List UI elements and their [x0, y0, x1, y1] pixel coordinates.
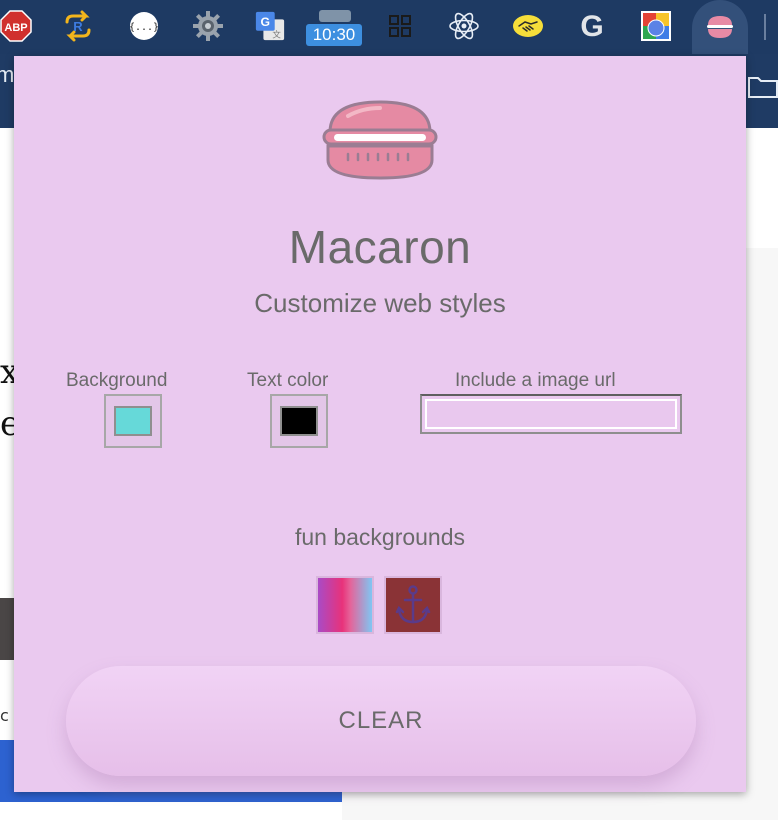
- page-header-text: m: [0, 62, 15, 87]
- svg-text:R: R: [73, 19, 83, 34]
- fun-backgrounds-label: fun backgrounds: [294, 524, 466, 550]
- clear-button[interactable]: CLEAR: [66, 666, 696, 776]
- gear-icon[interactable]: [192, 6, 224, 46]
- background-color-picker[interactable]: [104, 394, 162, 448]
- anchor-icon: [395, 585, 431, 624]
- clock-badge: 10:30: [306, 24, 362, 46]
- toolbar-divider: [764, 14, 766, 40]
- page-small-text: c: [0, 706, 9, 725]
- image-url-label: Include a image url: [455, 370, 616, 391]
- clock-top-icon: [319, 10, 351, 22]
- fun-background-gradient[interactable]: [316, 576, 374, 634]
- svg-text:ABP: ABP: [4, 22, 27, 34]
- color-picker-icon[interactable]: [640, 6, 672, 46]
- text-color-swatch: [280, 406, 318, 436]
- background-color-label: Background: [66, 370, 168, 391]
- browser-toolbar: ABP R {...} G 文 10:30 G: [0, 0, 778, 54]
- fun-background-anchor[interactable]: [384, 576, 442, 634]
- folder-icon: [748, 74, 778, 102]
- json-viewer-icon[interactable]: {...}: [128, 6, 160, 46]
- svg-text:G: G: [261, 15, 271, 29]
- handshake-icon[interactable]: [512, 6, 544, 46]
- grid-icon[interactable]: [384, 6, 416, 46]
- macaron-logo-icon: [322, 100, 438, 180]
- text-color-picker[interactable]: [270, 394, 328, 448]
- background-color-swatch: [114, 406, 152, 436]
- page-dark-block: [0, 598, 14, 660]
- clock-extension-icon[interactable]: 10:30: [306, 6, 364, 54]
- macaron-extension-icon[interactable]: [692, 0, 748, 54]
- macaron-popup: Macaron Customize web styles Background …: [14, 56, 746, 792]
- svg-text:文: 文: [272, 29, 281, 39]
- popup-subtitle: Customize web styles: [254, 288, 506, 318]
- text-color-label: Text color: [247, 370, 329, 391]
- svg-text:G: G: [580, 10, 603, 42]
- adblock-plus-icon[interactable]: ABP: [0, 6, 32, 46]
- react-devtools-icon[interactable]: [448, 6, 480, 46]
- grammarly-icon[interactable]: G: [576, 6, 608, 46]
- image-url-field: [420, 394, 682, 434]
- popup-title: Macaron: [288, 221, 472, 273]
- reload-extension-icon[interactable]: R: [62, 6, 94, 46]
- svg-text:{...}: {...}: [129, 22, 159, 33]
- google-translate-icon[interactable]: G 文: [254, 6, 286, 46]
- image-url-input[interactable]: [425, 399, 677, 429]
